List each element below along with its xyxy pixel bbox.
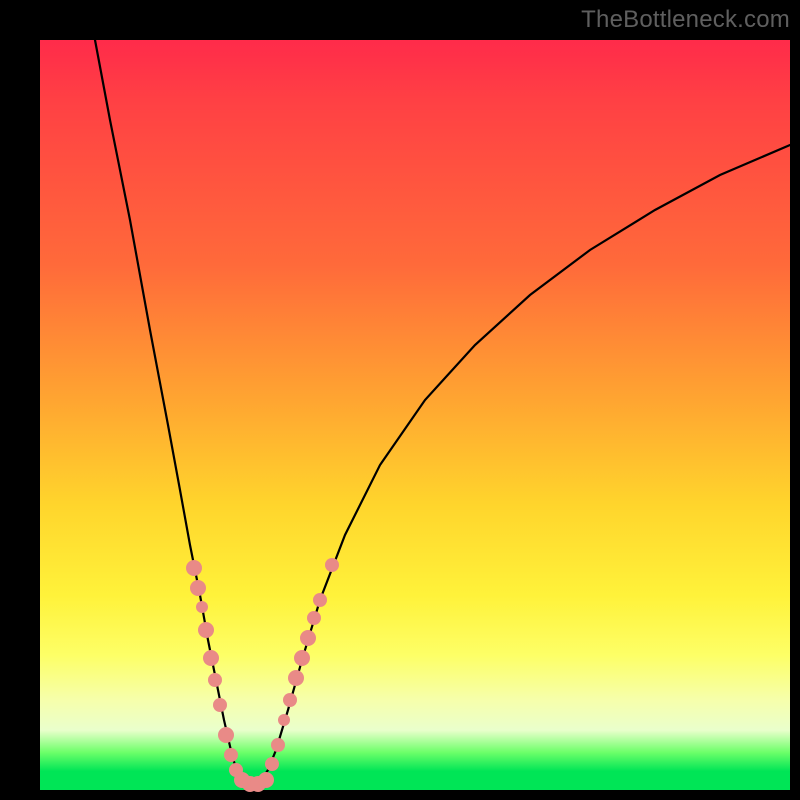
data-marker	[288, 670, 304, 686]
data-marker	[213, 698, 227, 712]
data-marker	[258, 772, 274, 788]
data-marker	[313, 593, 327, 607]
data-marker	[186, 560, 202, 576]
plot-area	[40, 40, 790, 790]
data-marker	[196, 601, 208, 613]
data-marker	[190, 580, 206, 596]
data-marker	[325, 558, 339, 572]
data-marker	[218, 727, 234, 743]
outer-frame: TheBottleneck.com	[0, 0, 800, 800]
data-marker	[203, 650, 219, 666]
scatter-markers	[186, 558, 339, 792]
curve-right-branch	[252, 145, 790, 785]
data-marker	[265, 757, 279, 771]
data-marker	[307, 611, 321, 625]
data-marker	[224, 748, 238, 762]
data-marker	[198, 622, 214, 638]
data-marker	[300, 630, 316, 646]
watermark-text: TheBottleneck.com	[581, 6, 790, 34]
data-marker	[283, 693, 297, 707]
data-marker	[271, 738, 285, 752]
data-marker	[294, 650, 310, 666]
data-marker	[278, 714, 290, 726]
curve-left-branch	[95, 40, 252, 785]
data-marker	[208, 673, 222, 687]
chart-svg	[40, 40, 790, 790]
